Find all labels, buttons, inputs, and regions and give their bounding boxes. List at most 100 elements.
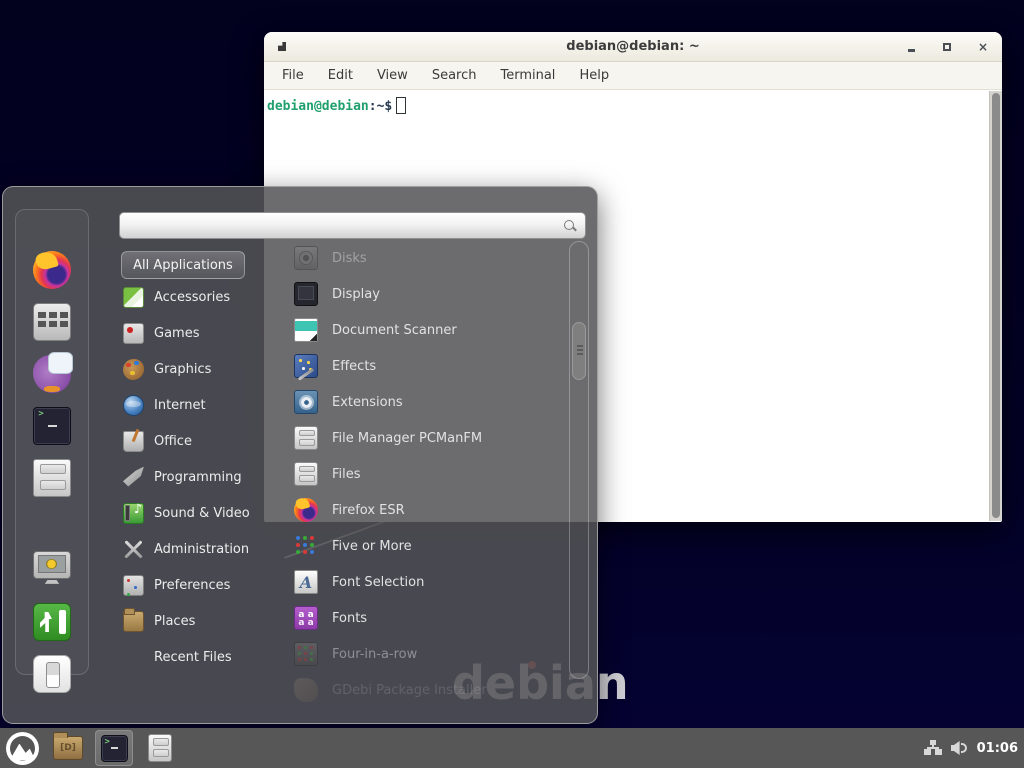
- app-five-or-more[interactable]: Five or More: [286, 528, 568, 564]
- maximize-button[interactable]: [940, 40, 954, 54]
- terminal-icon: [101, 735, 128, 762]
- menu-terminal[interactable]: Terminal: [500, 68, 555, 83]
- five-or-more-icon: [294, 534, 318, 558]
- favorite-lock-screen[interactable]: [33, 551, 71, 589]
- minimize-button[interactable]: [904, 40, 918, 54]
- firefox-esr-icon: [294, 498, 318, 522]
- taskbar-files-button[interactable]: [141, 730, 179, 766]
- category-list: Accessories Games Graphics Internet Offi…: [121, 279, 286, 675]
- application-menu: All Applications Accessories Games Graph…: [2, 186, 598, 724]
- category-programming[interactable]: Programming: [121, 459, 286, 495]
- favorite-firefox[interactable]: [33, 251, 71, 289]
- app-list-scrollbar-thumb[interactable]: [572, 322, 586, 380]
- disks-icon: [294, 246, 318, 270]
- favorite-control-center[interactable]: [33, 303, 71, 341]
- menu-view[interactable]: View: [377, 68, 408, 83]
- menu-search[interactable]: Search: [432, 68, 477, 83]
- files-icon: [294, 462, 318, 486]
- sound-video-icon: [123, 503, 144, 524]
- file-manager-icon: [33, 459, 71, 497]
- favorites-rail: [15, 209, 89, 675]
- close-button[interactable]: ×: [976, 40, 990, 54]
- log-out-icon: [33, 603, 71, 641]
- control-center-icon: [33, 303, 71, 341]
- category-administration[interactable]: Administration: [121, 531, 286, 567]
- app-search-input[interactable]: [128, 218, 563, 233]
- favorite-terminal[interactable]: [33, 407, 71, 445]
- application-list: Disks Display Document Scanner Effects E…: [286, 240, 568, 708]
- app-document-scanner[interactable]: Document Scanner: [286, 312, 568, 348]
- folder-icon: [D]: [53, 736, 83, 760]
- shut-down-icon: [33, 655, 71, 693]
- category-accessories[interactable]: Accessories: [121, 279, 286, 315]
- pidgin-icon: [33, 355, 71, 393]
- administration-icon: [123, 539, 144, 560]
- category-sound-video[interactable]: Sound & Video: [121, 495, 286, 531]
- internet-icon: [123, 395, 144, 416]
- category-preferences[interactable]: Preferences: [121, 567, 286, 603]
- four-in-a-row-icon: [294, 642, 318, 666]
- terminal-titlebar[interactable]: debian@debian: ~ ×: [264, 32, 1002, 62]
- applications-menu-icon: [6, 732, 39, 765]
- menu-file[interactable]: File: [282, 68, 304, 83]
- preferences-icon: [123, 575, 144, 596]
- category-graphics[interactable]: Graphics: [121, 351, 286, 387]
- games-icon: [123, 323, 144, 344]
- app-gdebi-package-installer[interactable]: GDebi Package Installer: [286, 672, 568, 708]
- favorite-pidgin[interactable]: [33, 355, 71, 393]
- file-cabinet-icon: [148, 734, 172, 762]
- app-disks[interactable]: Disks: [286, 240, 568, 276]
- app-file-manager-pcmanfm[interactable]: File Manager PCManFM: [286, 420, 568, 456]
- programming-icon: [123, 467, 144, 488]
- favorite-file-manager[interactable]: [33, 459, 71, 497]
- extensions-icon: [294, 390, 318, 414]
- firefox-icon: [33, 251, 71, 289]
- favorite-log-out[interactable]: [33, 603, 71, 641]
- menu-help[interactable]: Help: [579, 68, 609, 83]
- category-office[interactable]: Office: [121, 423, 286, 459]
- recent-files-spacer: [123, 647, 144, 668]
- app-four-in-a-row[interactable]: Four-in-a-row: [286, 636, 568, 672]
- app-font-selection[interactable]: Font Selection: [286, 564, 568, 600]
- app-extensions[interactable]: Extensions: [286, 384, 568, 420]
- places-icon: [123, 611, 144, 632]
- fonts-icon: [294, 606, 318, 630]
- app-effects[interactable]: Effects: [286, 348, 568, 384]
- app-fonts[interactable]: Fonts: [286, 600, 568, 636]
- network-icon[interactable]: [924, 740, 942, 756]
- search-icon: [563, 219, 577, 233]
- graphics-icon: [123, 359, 144, 380]
- terminal-scrollbar[interactable]: [989, 91, 1002, 521]
- pcmanfm-icon: [294, 426, 318, 450]
- display-icon: [294, 282, 318, 306]
- app-files[interactable]: Files: [286, 456, 568, 492]
- volume-icon[interactable]: [951, 740, 968, 756]
- favorite-shut-down[interactable]: [33, 655, 71, 693]
- effects-icon: [294, 354, 318, 378]
- document-scanner-icon: [294, 318, 318, 342]
- office-icon: [123, 431, 144, 452]
- app-search-box: [119, 212, 586, 239]
- app-firefox-esr[interactable]: Firefox ESR: [286, 492, 568, 528]
- menu-edit[interactable]: Edit: [328, 68, 353, 83]
- applications-menu-button[interactable]: [3, 730, 41, 766]
- gdebi-icon: [294, 678, 318, 702]
- app-display[interactable]: Display: [286, 276, 568, 312]
- taskbar-clock[interactable]: 01:06: [977, 741, 1018, 756]
- category-places[interactable]: Places: [121, 603, 286, 639]
- terminal-icon: [33, 407, 71, 445]
- terminal-menubar: File Edit View Search Terminal Help: [264, 62, 1002, 90]
- font-selection-icon: [294, 570, 318, 594]
- app-list-scrollbar[interactable]: [569, 241, 589, 679]
- category-recent-files[interactable]: Recent Files: [121, 639, 286, 675]
- terminal-scrollbar-thumb[interactable]: [992, 93, 1000, 518]
- accessories-icon: [123, 287, 144, 308]
- category-internet[interactable]: Internet: [121, 387, 286, 423]
- terminal-title: debian@debian: ~: [264, 39, 1002, 54]
- category-all-applications[interactable]: All Applications: [121, 251, 245, 279]
- lock-screen-icon: [33, 551, 71, 579]
- taskbar-terminal-button[interactable]: [95, 730, 133, 766]
- taskbar-file-manager-button[interactable]: [D]: [49, 730, 87, 766]
- category-games[interactable]: Games: [121, 315, 286, 351]
- prompt-user-host: debian@debian: [267, 99, 369, 114]
